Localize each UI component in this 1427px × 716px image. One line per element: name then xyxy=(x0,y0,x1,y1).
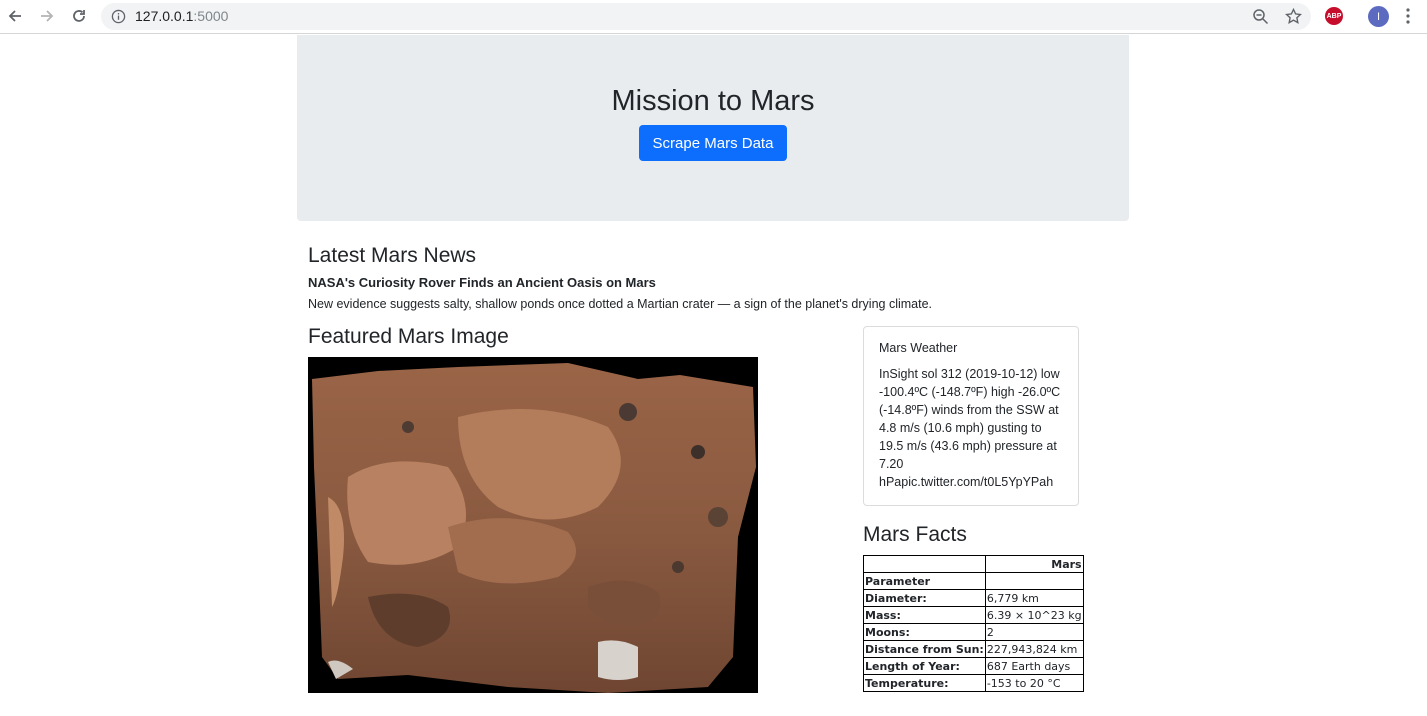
featured-image-heading: Featured Mars Image xyxy=(308,325,509,348)
url-host: 127.0.0.1 xyxy=(135,8,194,24)
fact-value: 687 Earth days xyxy=(984,657,1084,675)
reload-button[interactable] xyxy=(68,5,90,27)
mars-facts-table: Mars Parameter Diameter: 6,779 km Mass: … xyxy=(863,555,1084,692)
table-row: Mass: 6.39 × 10^23 kg xyxy=(863,606,1084,624)
fact-value: 2 xyxy=(984,623,1084,641)
table-row: Temperature: -153 to 20 °C xyxy=(863,674,1084,692)
table-row: Diameter: 6,779 km xyxy=(863,589,1084,607)
browser-toolbar: 127.0.0.1:5000 ABP I xyxy=(0,0,1427,34)
fact-label: Diameter: xyxy=(863,589,986,607)
latest-news-heading: Latest Mars News xyxy=(308,244,477,267)
table-header-empty xyxy=(863,555,986,573)
table-index-row: Parameter xyxy=(863,572,1084,590)
fact-label: Length of Year: xyxy=(863,657,986,675)
table-row: Distance from Sun: 227,943,824 km xyxy=(863,640,1084,658)
fact-value: -153 to 20 °C xyxy=(984,674,1084,692)
forward-arrow-icon xyxy=(41,10,54,22)
table-index-header: Parameter xyxy=(863,572,986,590)
table-index-empty xyxy=(984,572,1084,590)
url-text[interactable]: 127.0.0.1:5000 xyxy=(135,9,228,24)
page-title: Mission to Mars xyxy=(611,85,815,117)
mars-rover-photo xyxy=(308,357,758,693)
back-button[interactable] xyxy=(4,5,26,27)
forward-button[interactable] xyxy=(36,5,58,27)
jumbotron: Mission to Mars Scrape Mars Data xyxy=(297,35,1129,221)
fact-label: Distance from Sun: xyxy=(863,640,986,658)
url-port: :5000 xyxy=(193,8,229,24)
menu-icon[interactable] xyxy=(1406,8,1410,24)
fact-value: 227,943,824 km xyxy=(984,640,1084,658)
featured-mars-image xyxy=(308,357,758,693)
bookmark-star-icon[interactable] xyxy=(1285,8,1302,25)
fact-value: 6.39 × 10^23 kg xyxy=(984,606,1084,624)
info-icon[interactable] xyxy=(111,9,126,24)
profile-avatar[interactable]: I xyxy=(1368,6,1389,27)
fact-label: Moons: xyxy=(863,623,986,641)
news-paragraph: New evidence suggests salty, shallow pon… xyxy=(308,297,933,311)
reload-icon xyxy=(73,10,85,22)
scrape-mars-data-button[interactable]: Scrape Mars Data xyxy=(639,125,787,161)
mars-weather-card: Mars Weather InSight sol 312 (2019-10-12… xyxy=(863,326,1079,506)
weather-text: InSight sol 312 (2019-10-12) low -100.4º… xyxy=(879,367,1061,489)
news-title: NASA's Curiosity Rover Finds an Ancient … xyxy=(308,275,656,290)
back-arrow-icon xyxy=(8,10,21,22)
fact-label: Temperature: xyxy=(863,674,986,692)
fact-value: 6,779 km xyxy=(984,589,1084,607)
weather-title: Mars Weather xyxy=(879,341,958,355)
mars-facts-heading: Mars Facts xyxy=(863,523,967,546)
zoom-icon[interactable] xyxy=(1252,8,1269,25)
table-header-row: Mars xyxy=(863,555,1084,573)
adblock-icon[interactable]: ABP xyxy=(1325,7,1343,25)
table-row: Length of Year: 687 Earth days xyxy=(863,657,1084,675)
fact-label: Mass: xyxy=(863,606,986,624)
table-header-mars: Mars xyxy=(984,555,1084,573)
table-row: Moons: 2 xyxy=(863,623,1084,641)
address-bar[interactable]: 127.0.0.1:5000 xyxy=(101,3,1311,30)
